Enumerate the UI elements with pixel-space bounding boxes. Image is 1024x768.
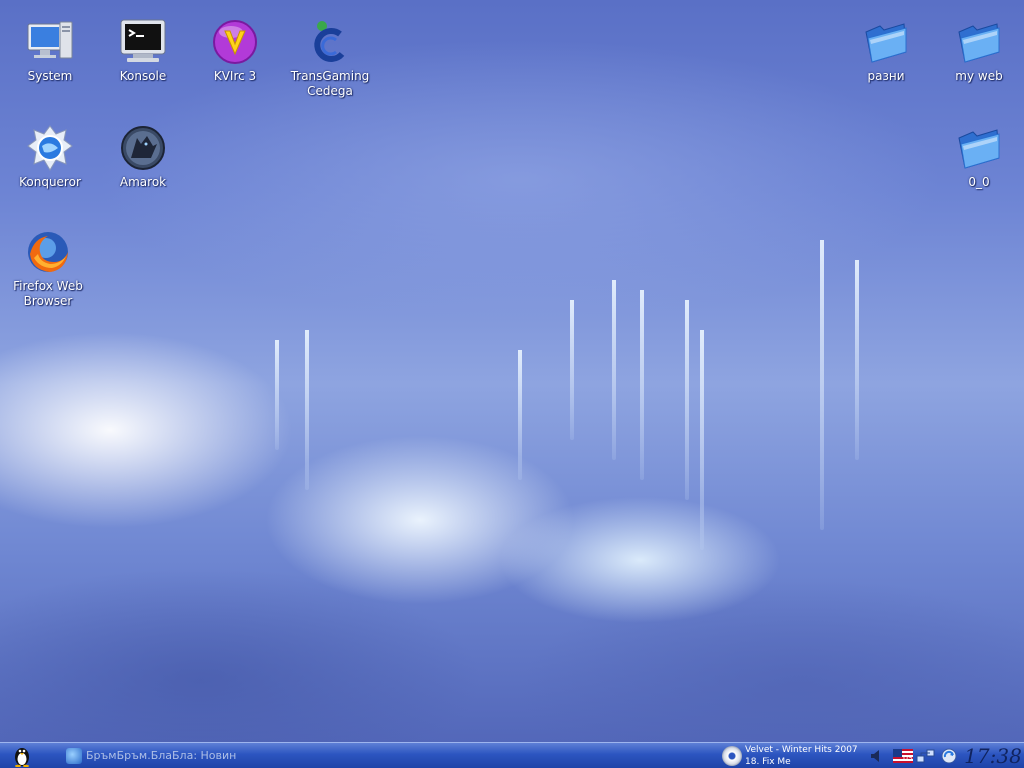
keyboard-layout-flag-icon[interactable]: US — [893, 747, 913, 765]
icicle-decoration — [275, 340, 279, 450]
cedega-icon — [306, 18, 354, 66]
folder-icon — [955, 18, 1003, 66]
konqueror-icon — [26, 124, 74, 172]
desktop-icon-folder-my-web[interactable]: my web — [934, 18, 1024, 84]
desktop-icon-label: разни — [867, 69, 905, 83]
terminal-icon — [119, 18, 167, 66]
now-playing-album: Velvet - Winter Hits 2007 — [745, 745, 858, 755]
media-player-applet[interactable]: Velvet - Winter Hits 2007 18. Fix Me — [722, 743, 858, 768]
network-icon[interactable] — [916, 747, 936, 765]
volume-icon[interactable] — [870, 747, 890, 765]
desktop-icon-label: System — [27, 69, 73, 83]
system-tray: US — [870, 743, 959, 768]
taskbar-window-button[interactable]: БръмБръм.БлаБла: Новин — [66, 745, 366, 767]
computer-icon — [26, 18, 74, 66]
desktop-icon-system[interactable]: System — [5, 18, 95, 84]
desktop-icon-label: TransGaming Cedega — [290, 69, 370, 98]
desktop-icon-label: 0_0 — [968, 175, 990, 189]
taskbar-window-title: БръмБръм.БлаБла: Новин — [86, 749, 237, 762]
desktop-icon-folder-razni[interactable]: разни — [841, 18, 931, 84]
desktop-icon-amarok[interactable]: Amarok — [98, 124, 188, 190]
desktop-icon-label: Amarok — [119, 175, 167, 189]
icicle-decoration — [855, 260, 859, 460]
clock[interactable]: 17:38 — [963, 743, 1023, 768]
now-playing-track: 18. Fix Me — [745, 757, 791, 767]
icicle-decoration — [700, 330, 704, 550]
cd-icon — [722, 746, 742, 766]
desktop-icon-kvirc[interactable]: KVIrc 3 — [190, 18, 280, 84]
start-menu-button[interactable] — [0, 743, 44, 768]
desktop-icon-konsole[interactable]: Konsole — [98, 18, 188, 84]
icicle-decoration — [305, 330, 309, 490]
desktop-icon-folder-0-0[interactable]: 0_0 — [934, 124, 1024, 190]
update-notifier-icon[interactable] — [939, 747, 959, 765]
tux-icon — [15, 747, 29, 767]
desktop-icon-label: my web — [955, 69, 1003, 83]
icicle-decoration — [820, 240, 824, 530]
firefox-icon — [24, 228, 72, 276]
icicle-decoration — [685, 300, 689, 500]
desktop-icon-firefox[interactable]: Firefox Web Browser — [3, 228, 93, 309]
amarok-icon — [119, 124, 167, 172]
taskbar: БръмБръм.БлаБла: Новин Velvet - Winter H… — [0, 742, 1024, 768]
icicle-decoration — [640, 290, 644, 480]
desktop-icon-label: Konsole — [119, 69, 167, 83]
icicle-decoration — [612, 280, 616, 460]
icicle-decoration — [518, 350, 522, 480]
desktop-icon-konqueror[interactable]: Konqueror — [5, 124, 95, 190]
kvirc-icon — [211, 18, 259, 66]
konqueror-icon — [66, 747, 82, 764]
keyboard-layout-label: US — [903, 754, 913, 762]
desktop-icon-label: Firefox Web Browser — [13, 279, 83, 308]
desktop-icon-label: KVIrc 3 — [213, 69, 257, 83]
desktop-icon-cedega[interactable]: TransGaming Cedega — [285, 18, 375, 99]
icicle-decoration — [570, 300, 574, 440]
folder-icon — [955, 124, 1003, 172]
desktop-background: System Konsole KVIrc 3 TransGaming Cedeg… — [0, 0, 1024, 768]
desktop-icon-label: Konqueror — [19, 175, 81, 189]
folder-icon — [862, 18, 910, 66]
